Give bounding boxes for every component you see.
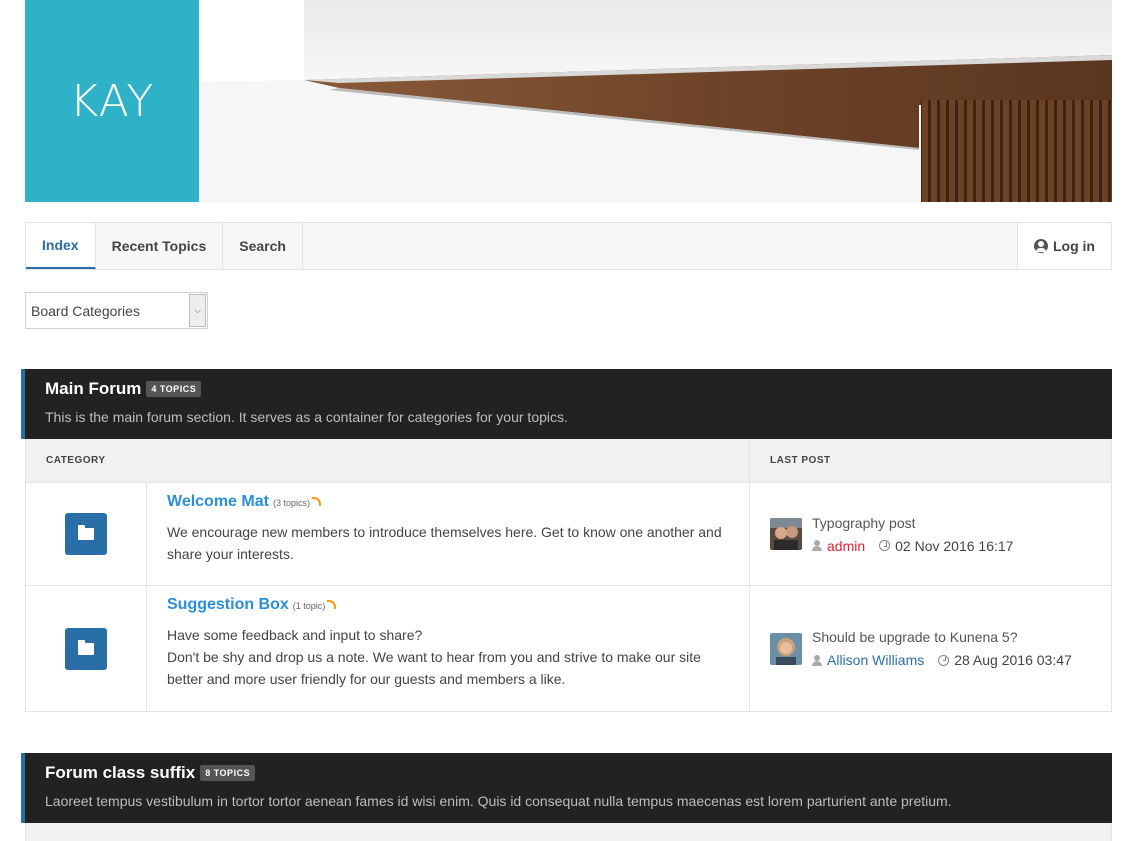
section-title-text[interactable]: Main Forum — [45, 379, 141, 399]
table-row: Suggestion Box (1 topic) Have some feedb… — [26, 586, 1111, 711]
section-description: This is the main forum section. It serve… — [45, 409, 568, 425]
category-topic-count: (3 topics) — [272, 498, 310, 508]
category-main-cell: Suggestion Box (1 topic) Have some feedb… — [147, 586, 750, 711]
category-icon-cell — [26, 586, 147, 711]
last-post-date: 02 Nov 2016 16:17 — [895, 537, 1014, 554]
user-circle-icon — [1034, 239, 1048, 253]
category-link-welcome-mat[interactable]: Welcome Mat — [167, 493, 269, 511]
login-button[interactable]: Log in — [1017, 223, 1111, 269]
last-post-cell: Should be upgrade to Kunena 5? Allison W… — [750, 586, 1111, 711]
tab-index[interactable]: Index — [26, 223, 96, 269]
clock-icon — [879, 540, 891, 551]
site-logo[interactable]: KAY — [25, 0, 199, 202]
folder-icon[interactable] — [65, 627, 107, 670]
last-post-title[interactable]: Typography post — [812, 515, 1013, 531]
category-topic-count: (1 topic) — [292, 601, 326, 611]
last-post-author[interactable]: Allison Williams — [827, 652, 924, 668]
section-title: Forum class suffix 8 TOPICS — [45, 763, 256, 783]
category-table: CATEGORY LAST POST Welcome Mat (3 topics… — [25, 439, 1112, 712]
tab-search[interactable]: Search — [223, 223, 303, 269]
avatar[interactable] — [770, 518, 802, 550]
section-header-main-forum: Main Forum 4 TOPICS This is the main for… — [21, 369, 1112, 439]
hero-image — [199, 0, 1112, 202]
rss-icon[interactable] — [327, 600, 337, 609]
section-description: Laoreet tempus vestibulum in tortor tort… — [45, 793, 952, 809]
last-post-cell: Typography post admin 02 Nov 2016 16:17 — [750, 483, 1111, 585]
table-header: CATEGORY LAST POST — [26, 439, 1111, 483]
column-header-category: CATEGORY — [26, 439, 750, 482]
user-icon — [812, 654, 822, 666]
table-header-partial — [25, 823, 1112, 841]
header-banner: KAY — [25, 0, 1112, 202]
category-description-line: Have some feedback and input to share? — [167, 627, 423, 643]
login-label: Log in — [1053, 238, 1095, 254]
last-post-author[interactable]: admin — [827, 538, 865, 554]
tab-recent-topics[interactable]: Recent Topics — [96, 223, 224, 269]
category-icon-cell — [26, 483, 147, 585]
logo-text: KAY — [69, 75, 155, 127]
category-main-cell: Welcome Mat (3 topics) We encourage new … — [147, 483, 750, 585]
topic-count-badge: 4 TOPICS — [146, 381, 202, 397]
section-title: Main Forum 4 TOPICS — [45, 379, 202, 399]
clock-icon — [938, 654, 950, 666]
chevron-down-icon: ⌵ — [189, 294, 206, 327]
user-icon — [812, 540, 822, 551]
main-navbar: Index Recent Topics Search Log in — [25, 222, 1112, 270]
avatar[interactable] — [770, 632, 802, 665]
section-header-forum-class-suffix: Forum class suffix 8 TOPICS Laoreet temp… — [21, 753, 1112, 823]
table-row: Welcome Mat (3 topics) We encourage new … — [26, 483, 1111, 586]
rss-icon[interactable] — [311, 497, 321, 506]
category-description: Have some feedback and input to share? D… — [167, 624, 729, 690]
column-header-last-post: LAST POST — [770, 455, 831, 466]
select-value: Board Categories — [31, 302, 140, 319]
category-description-line: Don't be shy and drop us a note. We want… — [167, 649, 701, 687]
folder-icon[interactable] — [65, 513, 107, 555]
category-description: We encourage new members to introduce th… — [167, 524, 722, 562]
board-categories-select[interactable]: Board Categories ⌵ — [25, 292, 208, 329]
topic-count-badge: 8 TOPICS — [200, 765, 256, 781]
last-post-date: 28 Aug 2016 03:47 — [954, 652, 1072, 668]
category-link-suggestion-box[interactable]: Suggestion Box — [167, 596, 289, 614]
section-title-text[interactable]: Forum class suffix — [45, 763, 195, 783]
last-post-title[interactable]: Should be upgrade to Kunena 5? — [812, 629, 1072, 645]
